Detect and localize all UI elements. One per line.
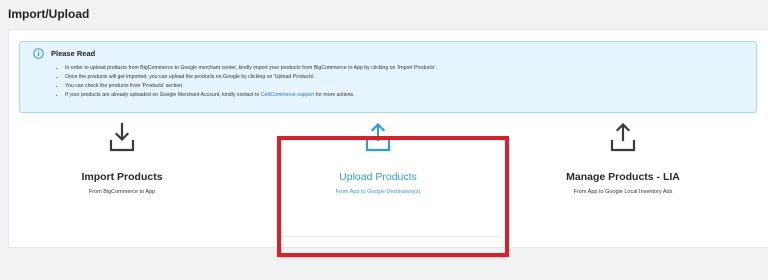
- manage-products-lia-title: Manage Products - LIA: [566, 171, 680, 183]
- import-products-tile[interactable]: Import Products From BigCommerce to App: [2, 110, 242, 210]
- upload-tray-icon: [610, 122, 636, 152]
- download-tray-icon: [109, 122, 135, 152]
- manage-products-lia-subtitle: From App to Google Local Inventory Ads: [573, 189, 673, 195]
- import-products-title: Import Products: [81, 171, 163, 183]
- highlight-box: [277, 136, 509, 257]
- manage-products-lia-tile[interactable]: Manage Products - LIA From App to Google…: [503, 110, 743, 210]
- import-products-subtitle: From BigCommerce to App: [88, 189, 156, 195]
